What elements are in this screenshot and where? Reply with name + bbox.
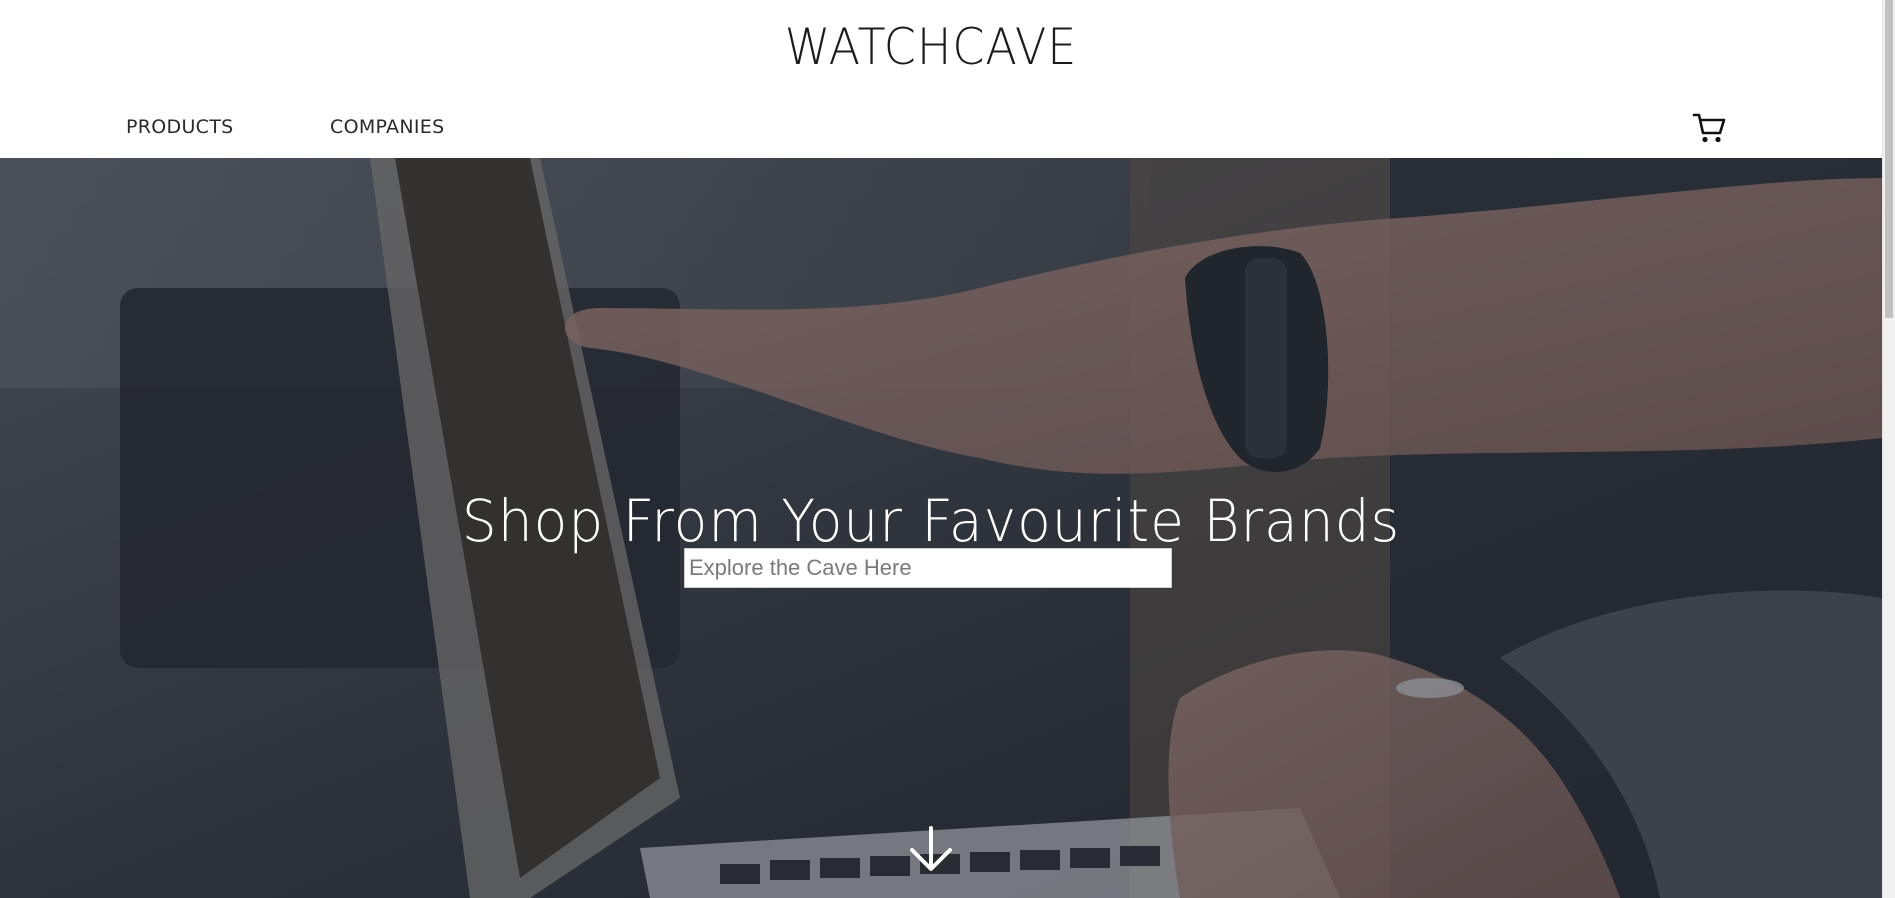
scroll-down-button[interactable] <box>908 824 954 874</box>
nav-products-link[interactable]: PRODUCTS <box>126 116 233 138</box>
scrollbar-thumb[interactable] <box>1885 0 1893 318</box>
site-header: WATCHCAVE PRODUCTS COMPANIES <box>0 0 1882 158</box>
brand-logo[interactable]: WATCHCAVE <box>74 18 1787 76</box>
cart-button[interactable] <box>1692 111 1728 145</box>
cart-icon <box>1692 113 1726 143</box>
arrow-down-icon <box>910 826 952 871</box>
hero-title: Shop From Your Favourite Brands <box>461 486 1401 555</box>
page-scrollbar[interactable] <box>1882 0 1895 898</box>
hero-section: Shop From Your Favourite Brands <box>0 158 1882 898</box>
page: WATCHCAVE PRODUCTS COMPANIES Shop From Y… <box>0 0 1895 898</box>
search-input[interactable] <box>684 548 1172 588</box>
nav-companies-link[interactable]: COMPANIES <box>330 116 444 138</box>
